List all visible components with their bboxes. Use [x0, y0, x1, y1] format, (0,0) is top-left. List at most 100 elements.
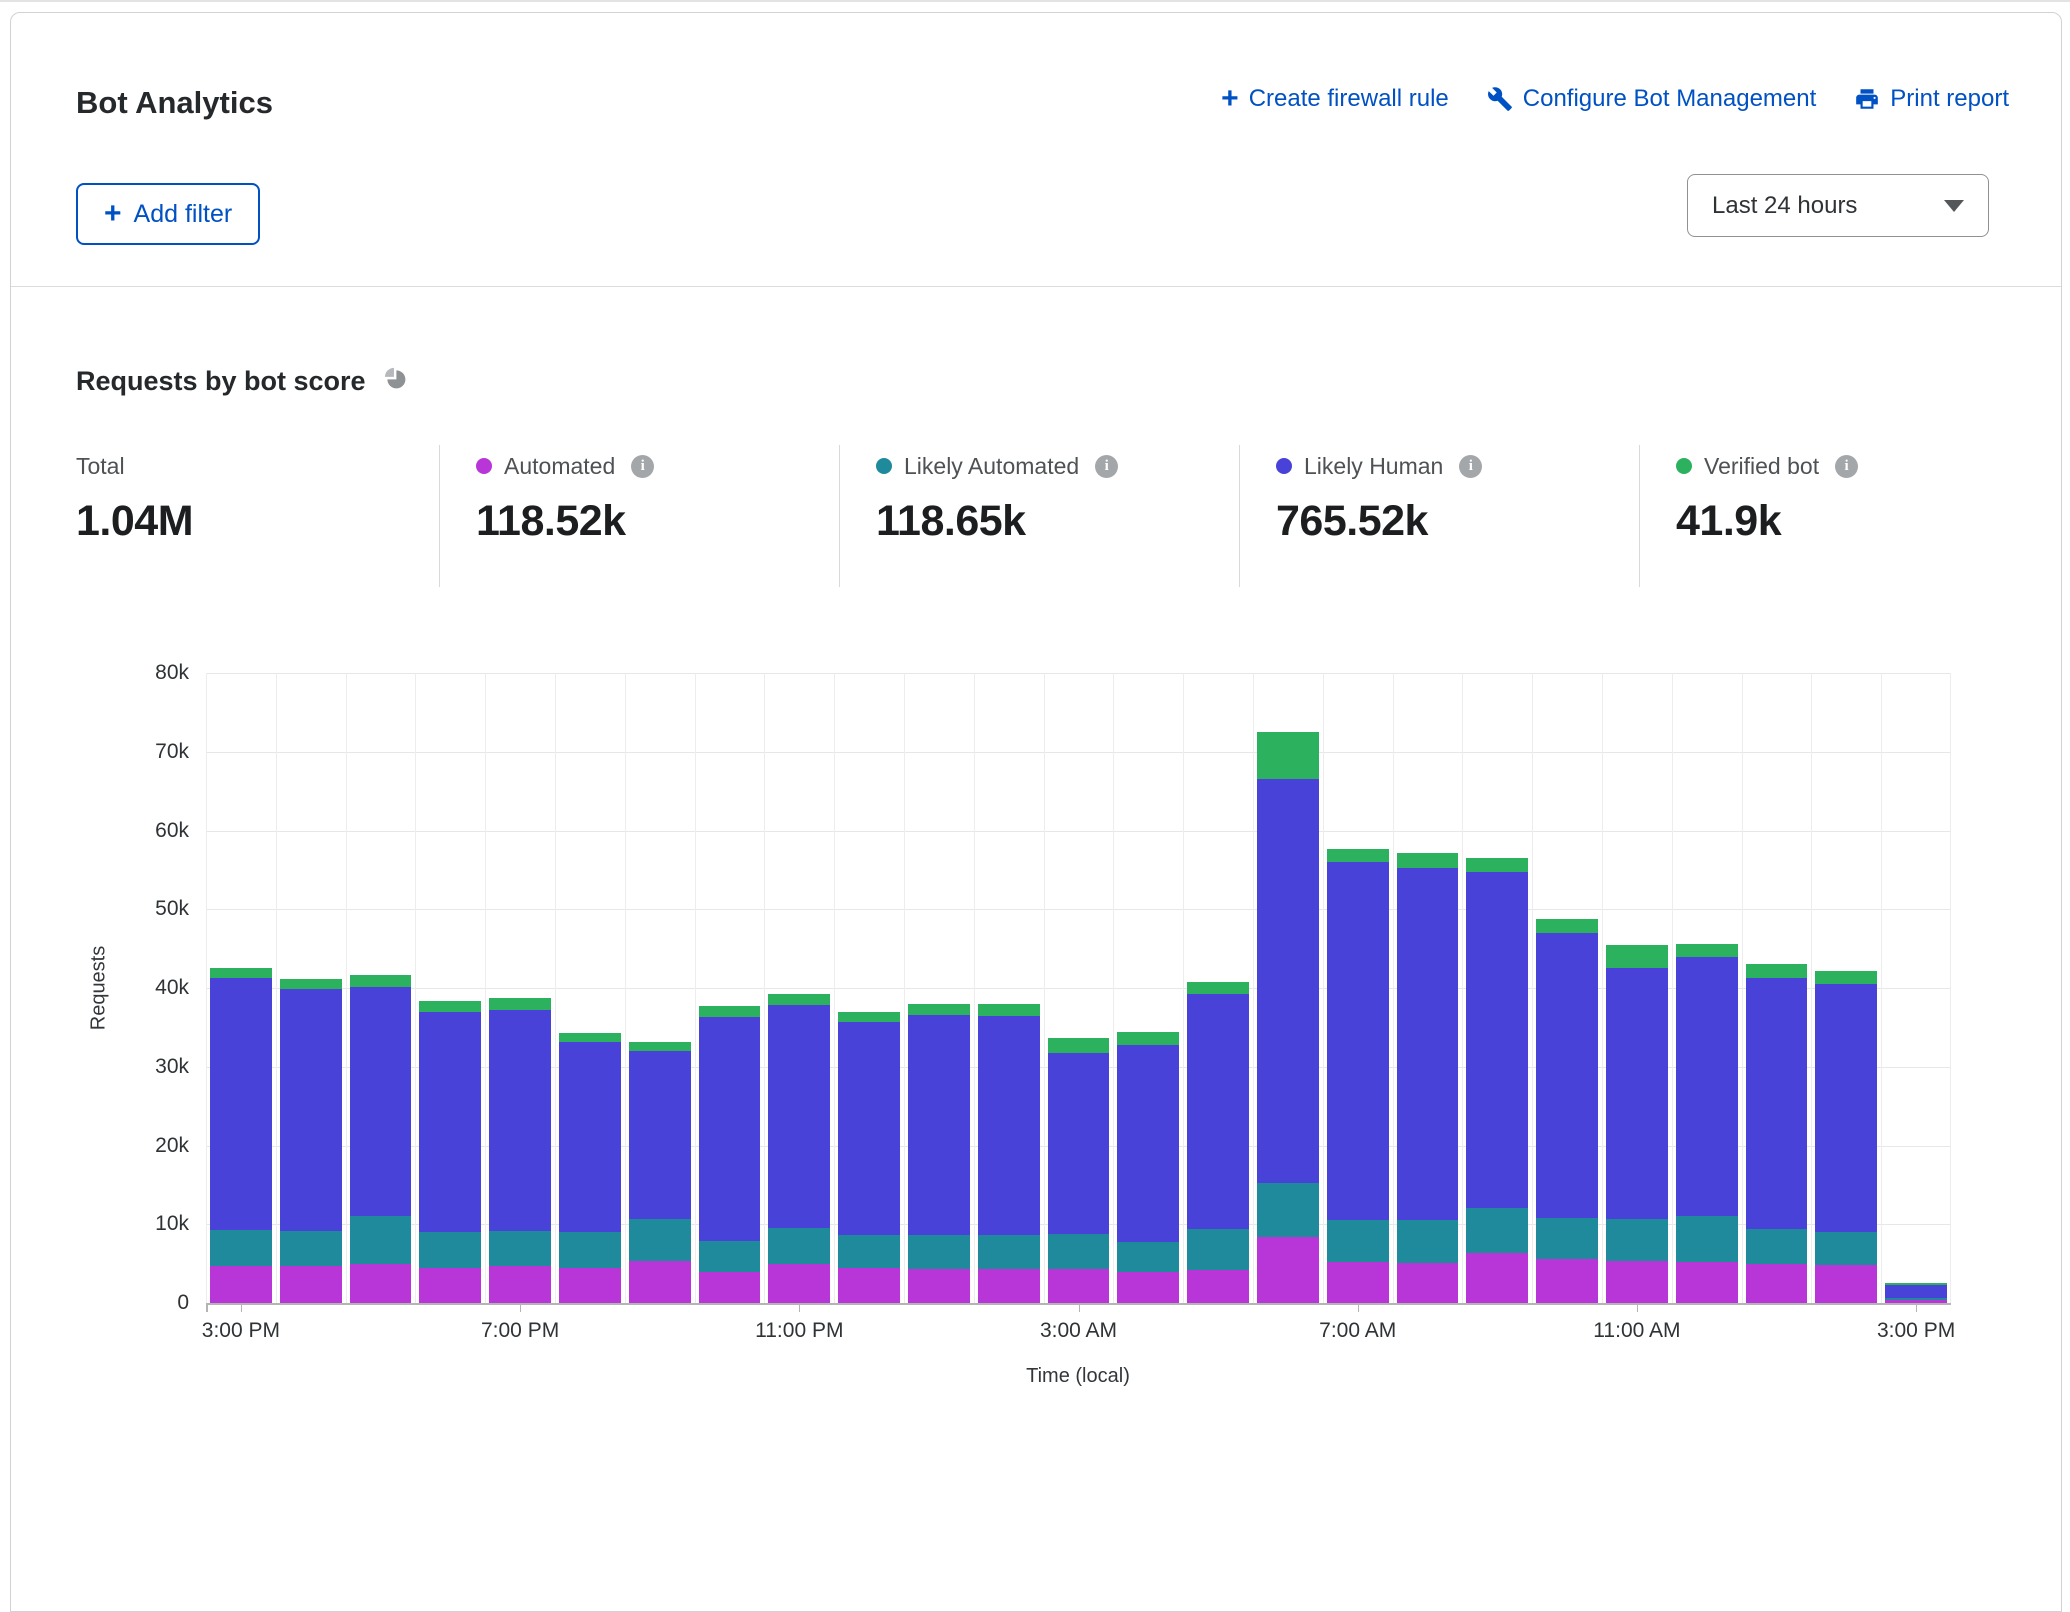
y-tick-label: 50k [155, 897, 189, 921]
bar-segment-likely-automated [419, 1232, 481, 1267]
bar-segment-likely-human [1676, 957, 1738, 1216]
bar-segment-automated [350, 1264, 412, 1303]
gridline-vertical [764, 673, 765, 1303]
info-icon[interactable]: i [1459, 455, 1482, 478]
add-filter-label: Add filter [134, 200, 233, 229]
gridline-horizontal [206, 909, 1951, 910]
gridline-vertical [1393, 673, 1394, 1303]
bar-segment-verified-bot [280, 979, 342, 989]
gridline-vertical [1323, 673, 1324, 1303]
bar-segment-likely-human [908, 1015, 970, 1235]
printer-icon [1854, 86, 1880, 112]
stat-likely-automated-label: Likely Automated [904, 453, 1079, 480]
bar-segment-verified-bot [210, 968, 272, 978]
create-firewall-rule-label: Create firewall rule [1249, 85, 1449, 113]
bar-segment-likely-human [978, 1016, 1040, 1236]
bar-segment-likely-automated [1815, 1232, 1877, 1265]
configure-bot-management-label: Configure Bot Management [1523, 85, 1817, 113]
bar-segment-likely-automated [838, 1235, 900, 1269]
bar-segment-automated [1606, 1261, 1668, 1303]
bar-segment-automated [1187, 1270, 1249, 1303]
print-report-label: Print report [1890, 85, 2009, 113]
stat-total-label: Total [76, 453, 125, 480]
stat-divider [1639, 445, 1640, 587]
bar-segment-verified-bot [1676, 944, 1738, 957]
bar-segment-verified-bot [489, 998, 551, 1010]
gridline-horizontal [206, 752, 1951, 753]
stat-total: Total 1.04M [76, 451, 193, 546]
bar-segment-automated [419, 1268, 481, 1303]
bar-segment-likely-human [699, 1017, 761, 1241]
header-actions: + Create firewall rule Configure Bot Man… [1221, 85, 2009, 113]
plus-icon: + [1221, 87, 1239, 111]
bar-segment-likely-human [1606, 968, 1668, 1218]
create-firewall-rule-link[interactable]: + Create firewall rule [1221, 85, 1449, 113]
bar-segment-likely-automated [1257, 1183, 1319, 1237]
pie-chart-icon [382, 365, 409, 397]
stat-verified-bot-label: Verified bot [1704, 453, 1819, 480]
bar-segment-likely-human [419, 1012, 481, 1232]
configure-bot-management-link[interactable]: Configure Bot Management [1487, 85, 1817, 113]
x-tick-mark [520, 1305, 521, 1312]
info-icon[interactable]: i [1835, 455, 1858, 478]
bar-segment-automated [1048, 1269, 1110, 1303]
bar-segment-verified-bot [419, 1001, 481, 1013]
bar-segment-likely-human [1815, 984, 1877, 1232]
y-tick-label: 10k [155, 1212, 189, 1236]
section-title: Requests by bot score [76, 366, 366, 397]
bar-segment-likely-human [1536, 933, 1598, 1218]
gridline-vertical [1602, 673, 1603, 1303]
bar-segment-likely-human [1466, 872, 1528, 1207]
bar-segment-automated [1536, 1259, 1598, 1303]
x-axis-labels: 3:00 PM7:00 PM11:00 PM3:00 AM7:00 AM11:0… [206, 1305, 1951, 1345]
gridline-vertical [1742, 673, 1743, 1303]
bar-segment-likely-automated [1048, 1234, 1110, 1269]
stat-likely-human: Likely Human i 765.52k [1276, 451, 1482, 546]
bar-segment-likely-automated [1117, 1242, 1179, 1272]
bar-segment-likely-automated [280, 1231, 342, 1266]
info-icon[interactable]: i [631, 455, 654, 478]
bar-segment-automated [629, 1261, 691, 1303]
y-tick-label: 30k [155, 1055, 189, 1079]
likely-automated-dot [876, 458, 892, 474]
bar-segment-verified-bot [1257, 732, 1319, 779]
bar-segment-verified-bot [1606, 945, 1668, 968]
info-icon[interactable]: i [1095, 455, 1118, 478]
add-filter-button[interactable]: + Add filter [76, 183, 260, 245]
bar-segment-verified-bot [1466, 858, 1528, 872]
bar-segment-likely-automated [559, 1232, 621, 1268]
y-tick-label: 40k [155, 976, 189, 1000]
gridline-horizontal [206, 673, 1951, 674]
bar-segment-likely-automated [1187, 1229, 1249, 1270]
gridline-vertical [625, 673, 626, 1303]
bar-segment-likely-automated [908, 1235, 970, 1270]
x-tick-mark [799, 1305, 800, 1312]
bar-segment-verified-bot [1815, 971, 1877, 984]
bar-segment-verified-bot [1746, 964, 1808, 978]
bar-segment-automated [1815, 1265, 1877, 1303]
bar-segment-automated [1397, 1263, 1459, 1303]
bar-segment-automated [838, 1268, 900, 1303]
bar-segment-likely-human [838, 1022, 900, 1235]
gridline-vertical [1113, 673, 1114, 1303]
x-tick-mark [1358, 1305, 1359, 1312]
bar-segment-automated [1466, 1253, 1528, 1303]
bar-segment-likely-human [1187, 994, 1249, 1229]
gridline-vertical [1462, 673, 1463, 1303]
x-tick-label: 3:00 AM [1040, 1319, 1117, 1343]
gridline-vertical [206, 673, 207, 1303]
bar-segment-likely-human [1397, 868, 1459, 1220]
bar-segment-likely-human [1117, 1045, 1179, 1243]
gridline-vertical [834, 673, 835, 1303]
x-axis-title: Time (local) [1026, 1365, 1130, 1388]
time-range-dropdown[interactable]: Last 24 hours [1687, 174, 1989, 237]
stat-divider [839, 445, 840, 587]
bar-segment-likely-automated [1746, 1229, 1808, 1264]
bar-segment-likely-human [350, 987, 412, 1216]
x-tick-label: 11:00 PM [755, 1319, 843, 1343]
bar-segment-automated [908, 1269, 970, 1303]
plot-area [206, 673, 1951, 1305]
print-report-link[interactable]: Print report [1854, 85, 2009, 113]
bar-segment-automated [559, 1268, 621, 1303]
stat-divider [1239, 445, 1240, 587]
